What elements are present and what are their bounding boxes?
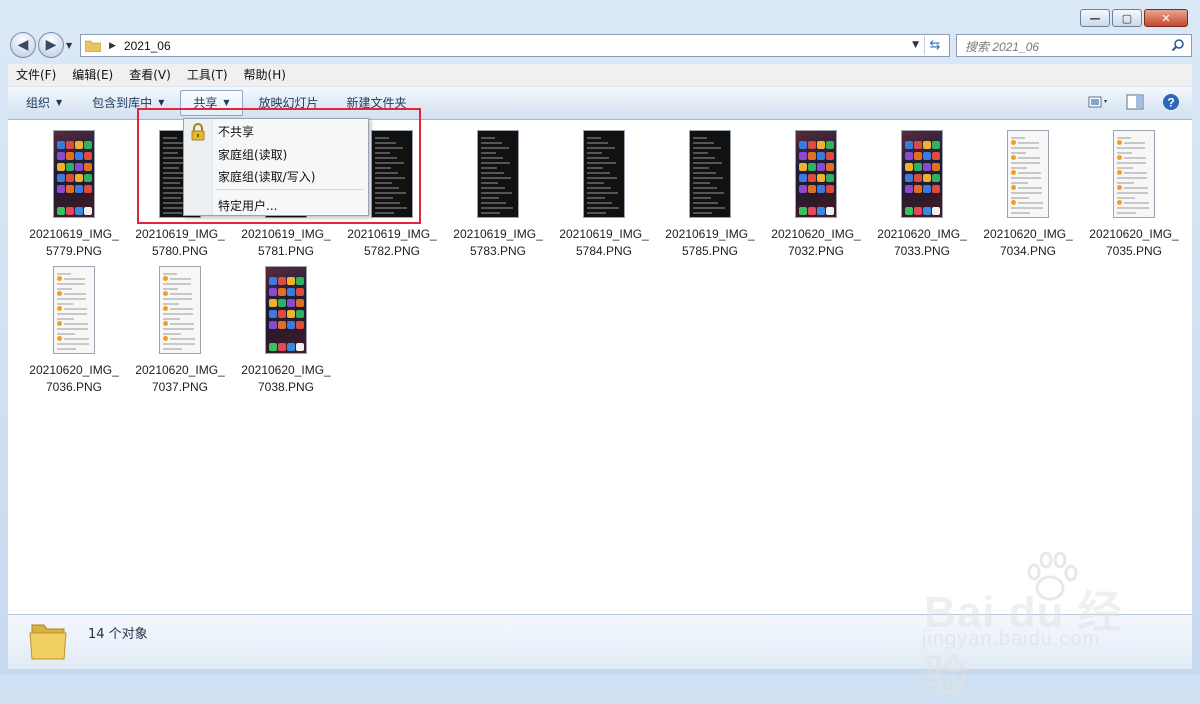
file-thumbnail [583, 130, 625, 218]
organize-label: 组织 [26, 96, 51, 110]
file-item[interactable]: 20210620_IMG_ 7037.PNG [128, 264, 232, 396]
file-item[interactable]: 20210620_IMG_ 7035.PNG [1082, 128, 1186, 260]
organize-button[interactable]: 组织 ▼ [14, 89, 74, 117]
view-options-icon [1088, 96, 1107, 108]
forward-arrow-icon: ▶ [45, 37, 57, 53]
file-name: 20210620_IMG_ 7035.PNG [1089, 227, 1179, 258]
file-name: 20210620_IMG_ 7033.PNG [877, 227, 967, 258]
search-input[interactable] [963, 36, 1167, 57]
item-count: 14 个对象 [88, 627, 148, 642]
file-thumbnail [1113, 130, 1155, 218]
change-view-button[interactable] [1088, 91, 1110, 113]
file-thumbnail [53, 130, 95, 218]
address-dropdown-icon[interactable]: ▼ [912, 40, 919, 50]
file-thumbnail [265, 266, 307, 354]
lock-icon [191, 123, 205, 141]
file-name: 20210619_IMG_ 5780.PNG [135, 227, 225, 258]
file-item[interactable]: 20210620_IMG_ 7033.PNG [870, 128, 974, 260]
file-name: 20210619_IMG_ 5784.PNG [559, 227, 649, 258]
file-name: 20210619_IMG_ 5783.PNG [453, 227, 543, 258]
file-thumbnail [901, 130, 943, 218]
menu-view[interactable]: 查看(V) [121, 64, 179, 86]
explorer-window: — ▢ ✕ ◀ ▶ ▼ ▶ 2021_06 ▼ ⇆ 文件(F) 编辑(E) 查看 [0, 0, 1200, 701]
search-box[interactable] [956, 34, 1192, 57]
chevron-down-icon: ▼ [56, 98, 63, 107]
file-item[interactable]: 20210619_IMG_ 5784.PNG [552, 128, 656, 260]
refresh-icon[interactable]: ⇆ [924, 36, 945, 55]
menu-tools[interactable]: 工具(T) [179, 64, 236, 86]
file-item[interactable]: 20210620_IMG_ 7038.PNG [234, 264, 338, 396]
recent-pages-dropdown-icon[interactable]: ▼ [66, 41, 72, 50]
folder-icon [85, 40, 101, 52]
close-icon: ✕ [1161, 11, 1171, 25]
file-thumbnail [159, 266, 201, 354]
help-button[interactable]: ? [1160, 91, 1182, 113]
file-thumbnail [795, 130, 837, 218]
watermark-url: jingyan.baidu.com [922, 628, 1101, 650]
back-arrow-icon: ◀ [17, 37, 29, 53]
folder-icon [29, 624, 67, 660]
file-name: 20210619_IMG_ 5785.PNG [665, 227, 755, 258]
menu-item-specific-people[interactable]: 特定用户... [218, 197, 277, 214]
file-thumbnail [477, 130, 519, 218]
breadcrumb-current-folder[interactable]: 2021_06 [124, 39, 171, 53]
search-icon[interactable] [1171, 38, 1185, 52]
menu-item-homegroup-read[interactable]: 家庭组(读取) [218, 146, 287, 163]
menu-item-no-share[interactable]: 不共享 [218, 123, 254, 140]
address-bar[interactable]: ▶ 2021_06 ▼ ⇆ [80, 34, 950, 57]
minimize-icon: — [1089, 11, 1101, 25]
maximize-button[interactable]: ▢ [1112, 9, 1142, 27]
file-item[interactable]: 20210620_IMG_ 7032.PNG [764, 128, 868, 260]
file-item[interactable]: 20210619_IMG_ 5779.PNG [22, 128, 126, 260]
menu-file[interactable]: 文件(F) [8, 64, 64, 86]
file-thumbnail [1007, 130, 1049, 218]
file-name: 20210620_IMG_ 7038.PNG [241, 363, 331, 394]
file-name: 20210620_IMG_ 7037.PNG [135, 363, 225, 394]
file-name: 20210620_IMG_ 7034.PNG [983, 227, 1073, 258]
file-thumbnail [53, 266, 95, 354]
help-icon: ? [1163, 94, 1179, 110]
file-thumbnail [689, 130, 731, 218]
forward-button[interactable]: ▶ [38, 32, 64, 58]
menu-help[interactable]: 帮助(H) [236, 64, 294, 86]
file-name: 20210619_IMG_ 5779.PNG [29, 227, 119, 258]
svg-text:?: ? [1167, 96, 1174, 110]
file-item[interactable]: 20210620_IMG_ 7034.PNG [976, 128, 1080, 260]
file-name: 20210619_IMG_ 5781.PNG [241, 227, 331, 258]
baidu-watermark: Bai du 经验 jingyan.baidu.com [922, 548, 1162, 701]
menu-item-homegroup-read-write[interactable]: 家庭组(读取/写入) [218, 168, 315, 185]
share-dropdown-menu: 不共享 家庭组(读取) 家庭组(读取/写入) 特定用户... [183, 118, 369, 216]
view-controls: ? [1088, 91, 1182, 113]
file-name: 20210620_IMG_ 7032.PNG [771, 227, 861, 258]
file-name: 20210620_IMG_ 7036.PNG [29, 363, 119, 394]
file-item[interactable]: 20210619_IMG_ 5785.PNG [658, 128, 762, 260]
menu-separator [216, 189, 364, 190]
menu-bar: 文件(F) 编辑(E) 查看(V) 工具(T) 帮助(H) [8, 64, 1192, 87]
breadcrumb-separator-icon[interactable]: ▶ [109, 41, 116, 51]
preview-pane-icon [1126, 94, 1144, 110]
window-caption-buttons: — ▢ ✕ [1080, 9, 1188, 27]
file-item[interactable]: 20210620_IMG_ 7036.PNG [22, 264, 126, 396]
preview-pane-button[interactable] [1124, 91, 1146, 113]
maximize-icon: ▢ [1121, 11, 1133, 25]
back-button[interactable]: ◀ [10, 32, 36, 58]
file-item[interactable]: 20210619_IMG_ 5783.PNG [446, 128, 550, 260]
minimize-button[interactable]: — [1080, 9, 1110, 27]
navigation-bar: ◀ ▶ ▼ ▶ 2021_06 ▼ ⇆ [8, 32, 1192, 60]
close-button[interactable]: ✕ [1144, 9, 1188, 27]
menu-edit[interactable]: 编辑(E) [64, 64, 121, 86]
file-name: 20210619_IMG_ 5782.PNG [347, 227, 437, 258]
